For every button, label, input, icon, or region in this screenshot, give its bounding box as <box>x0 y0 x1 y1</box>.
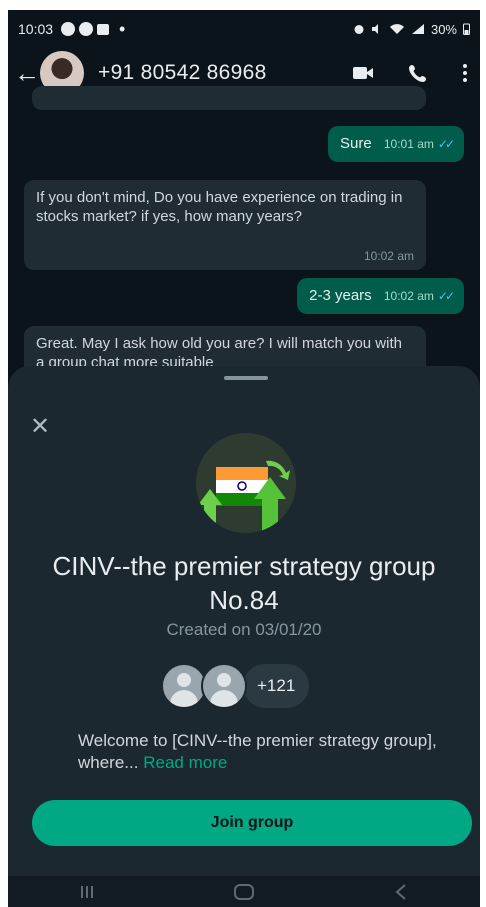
contact-name[interactable]: +91 80542 86968 <box>98 61 267 85</box>
voice-call-icon[interactable] <box>408 63 428 83</box>
signal-icon <box>411 24 424 34</box>
close-icon[interactable]: ✕ <box>30 412 50 441</box>
status-right: 30% <box>353 22 470 37</box>
read-more-link[interactable]: Read more <box>143 753 227 772</box>
status-time: 10:03 <box>18 21 54 37</box>
message-time: 10:02 am <box>383 289 434 303</box>
message-time: 10:01 am <box>383 137 434 151</box>
status-bar: 10:03 • 30% <box>8 10 480 48</box>
image-notification-icon <box>97 23 110 35</box>
message-text: If you don't mind, Do you have experienc… <box>36 189 403 225</box>
phone-screen: 10:03 • 30% ← +91 80542 86968 Sure 10:01… <box>8 10 480 907</box>
message-text: 2-3 years <box>309 287 372 304</box>
video-call-icon[interactable] <box>352 65 374 81</box>
message-time: 10:02 am <box>363 249 414 263</box>
sheet-drag-handle[interactable] <box>224 376 268 380</box>
chat-notification-icon <box>79 22 94 36</box>
battery-icon <box>463 23 470 35</box>
description-text: Welcome to [CINV--the premier strategy g… <box>78 731 437 772</box>
status-left: 10:03 • <box>18 19 126 39</box>
notification-icon <box>61 22 76 36</box>
member-avatar-icon <box>201 663 247 709</box>
message-bubble-years[interactable]: 2-3 years 10:02 am ✓✓ <box>297 278 464 314</box>
wifi-icon <box>389 24 404 34</box>
chat-area: Sure 10:01 am ✓✓ If you don't mind, Do yo… <box>8 86 480 386</box>
alarm-icon <box>354 25 364 34</box>
message-bubble-sure[interactable]: Sure 10:01 am ✓✓ <box>327 126 464 162</box>
more-options-icon[interactable] <box>462 63 468 83</box>
message-bubble-partial <box>32 86 426 110</box>
battery-level: 30% <box>430 21 457 37</box>
group-created-date: Created on 03/01/20 <box>166 620 322 639</box>
message-text: Sure <box>339 135 372 152</box>
recent-apps-icon[interactable] <box>72 882 102 902</box>
group-icon <box>196 433 296 533</box>
group-title: CINV--the premier strategy group No.84 <box>52 551 436 615</box>
message-bubble-question[interactable]: If you don't mind, Do you have experienc… <box>24 180 426 270</box>
back-arrow-icon[interactable]: ← <box>14 58 40 89</box>
home-icon[interactable] <box>229 882 259 902</box>
read-receipt-icon: ✓✓ <box>437 137 455 151</box>
join-group-button[interactable]: Join group <box>32 800 472 846</box>
nav-back-icon[interactable] <box>386 882 416 902</box>
mute-icon <box>371 24 378 34</box>
group-invite-sheet: ✕ CINV--the premier strategy group No.84… <box>8 366 480 876</box>
read-receipt-icon: ✓✓ <box>437 289 455 303</box>
header-actions <box>352 63 474 83</box>
group-members[interactable]: +121 <box>161 663 310 709</box>
member-count: +121 <box>243 664 310 708</box>
group-description: Welcome to [CINV--the premier strategy g… <box>78 730 438 774</box>
system-nav-bar <box>8 876 480 907</box>
more-notifications-icon: • <box>119 19 126 39</box>
